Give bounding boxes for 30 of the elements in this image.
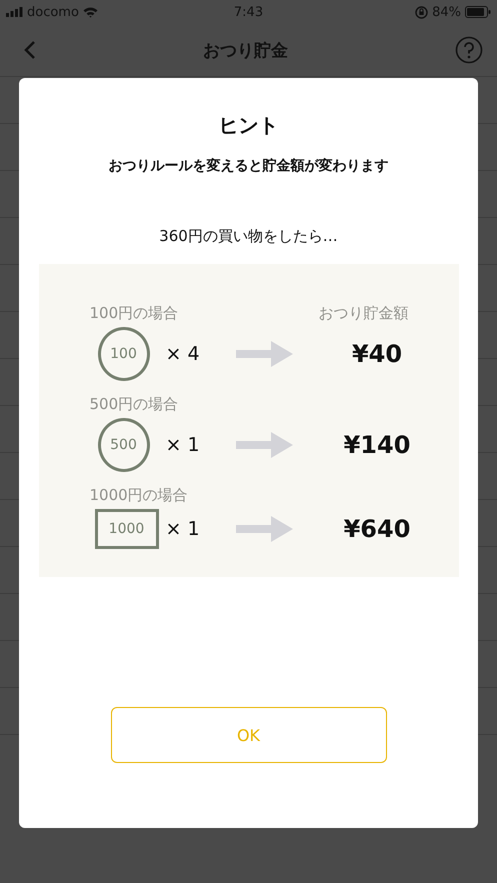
ok-button[interactable]: OK	[110, 707, 386, 763]
multiplier: × 4	[164, 343, 201, 365]
dialog-subtitle: おつりルールを変えると貯金額が変わります	[108, 157, 388, 175]
clock-time: 7:43	[234, 4, 264, 20]
multiplier: × 1	[164, 518, 201, 540]
wifi-icon	[82, 6, 98, 18]
carrier-name: docomo	[27, 4, 79, 20]
arrow-icon	[236, 516, 292, 542]
rotation-lock-icon	[415, 6, 428, 18]
dialog-title: ヒント	[218, 112, 278, 139]
back-icon[interactable]	[24, 40, 36, 60]
help-icon[interactable]	[455, 36, 483, 64]
battery-icon	[464, 6, 491, 18]
screen-title: おつり貯金	[203, 40, 288, 62]
case-label: 500円の場合	[90, 395, 180, 414]
coin-icon: 500	[98, 418, 150, 472]
battery-percent: 84%	[432, 4, 461, 20]
signal-icon	[6, 7, 23, 17]
arrow-icon	[236, 341, 292, 367]
coin-icon: 100	[98, 327, 150, 381]
result-header: おつり貯金額	[318, 304, 408, 323]
bill-icon: 1000	[94, 509, 158, 549]
arrow-icon	[236, 432, 292, 458]
multiplier: × 1	[164, 434, 201, 456]
savings-amount: ¥40	[350, 340, 404, 368]
case-label: 1000円の場合	[90, 486, 189, 505]
savings-amount: ¥140	[342, 431, 412, 459]
savings-amount: ¥640	[342, 515, 412, 543]
example-text: 360円の買い物をしたら…	[159, 227, 338, 246]
case-label: 100円の場合	[90, 304, 180, 323]
